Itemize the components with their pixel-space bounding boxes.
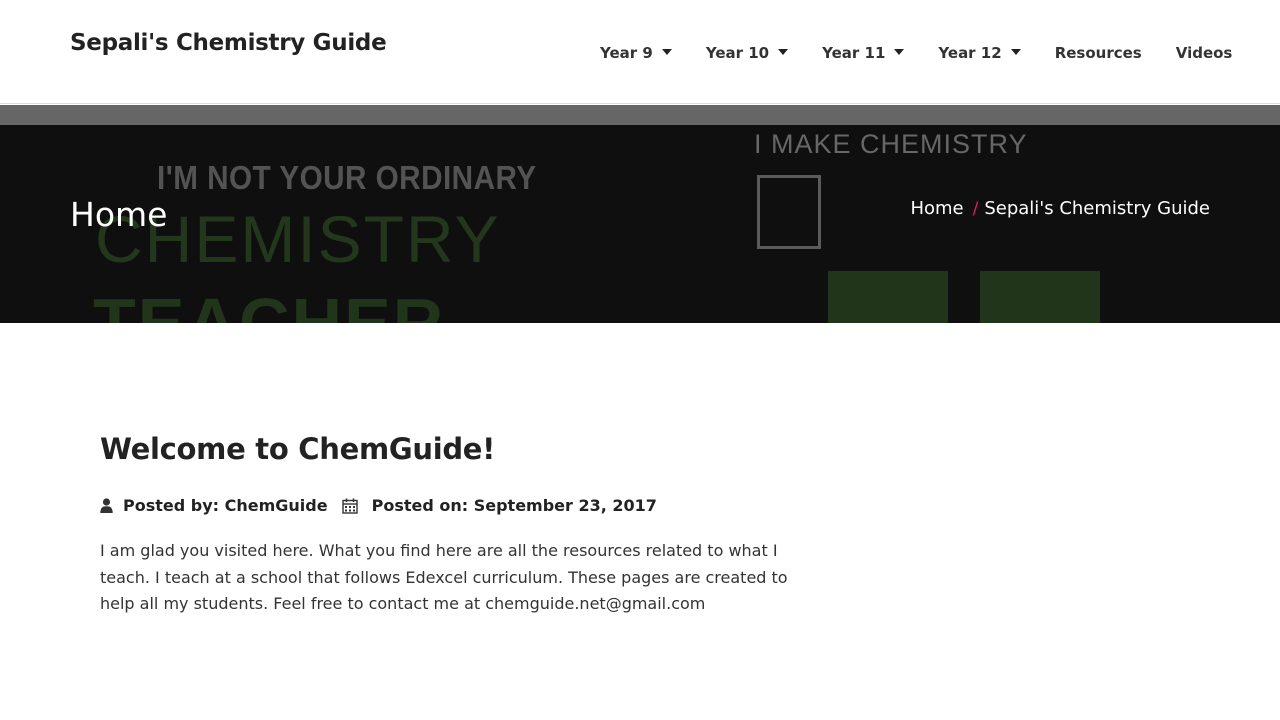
site-header: Sepali's Chemistry Guide Year 9 Year 10 … (0, 0, 1280, 104)
nav-item-year-12[interactable]: Year 12 (921, 44, 1037, 62)
breadcrumb: Home / Sepali's Chemistry Guide (910, 198, 1210, 219)
posted-by[interactable]: Posted by: ChemGuide (123, 496, 328, 515)
header-divider-strip (0, 105, 1280, 125)
caret-down-icon (778, 49, 789, 55)
nav-item-label: Videos (1175, 44, 1233, 62)
banner-overlay (0, 125, 1280, 323)
nav-item-year-10[interactable]: Year 10 (689, 44, 805, 62)
posted-on[interactable]: Posted on: September 23, 2017 (372, 496, 657, 515)
main-nav: Year 9 Year 10 Year 11 Year 12 Resources… (583, 37, 1249, 69)
user-icon (100, 498, 113, 513)
nav-item-year-9[interactable]: Year 9 (583, 44, 689, 62)
nav-item-label: Year 9 (600, 44, 653, 62)
page-title: Home (70, 195, 168, 234)
nav-item-label: Year 12 (938, 44, 1002, 62)
site-title[interactable]: Sepali's Chemistry Guide (70, 30, 387, 56)
breadcrumb-current: Sepali's Chemistry Guide (984, 198, 1210, 219)
post-title[interactable]: Welcome to ChemGuide! (100, 432, 495, 466)
nav-item-resources[interactable]: Resources (1038, 44, 1159, 62)
caret-down-icon (1010, 49, 1021, 55)
nav-item-year-11[interactable]: Year 11 (805, 44, 921, 62)
nav-item-label: Resources (1054, 44, 1142, 62)
nav-item-label: Year 10 (705, 44, 770, 62)
breadcrumb-home-link[interactable]: Home (910, 198, 963, 219)
calendar-icon (341, 498, 358, 514)
caret-down-icon (661, 49, 672, 55)
breadcrumb-separator: / (972, 198, 979, 219)
page-banner: I'M NOT YOUR ORDINARY CHEMISTRY TEACHER … (0, 125, 1280, 323)
post-meta: Posted by: ChemGuide Posted on: Septembe… (100, 496, 657, 515)
nav-item-label: Year 11 (822, 44, 886, 62)
caret-down-icon (894, 49, 905, 55)
nav-item-videos[interactable]: Videos (1159, 44, 1250, 62)
post-body: I am glad you visited here. What you fin… (100, 541, 788, 613)
